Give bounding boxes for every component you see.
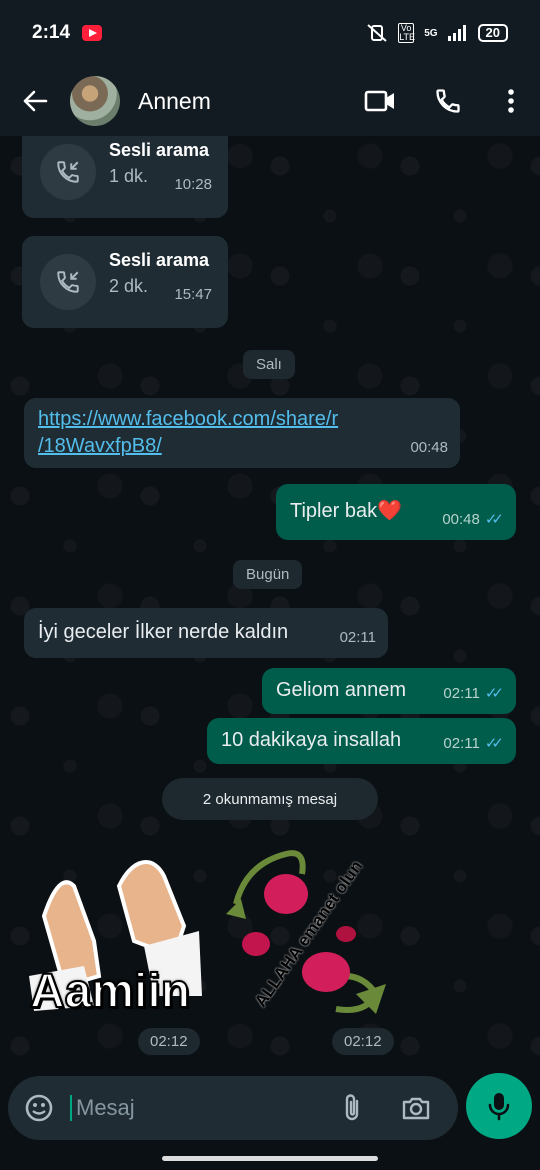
call-duration: 2 dk. <box>109 276 149 296</box>
date-divider: Salı <box>243 350 295 379</box>
sticker-aamiin[interactable]: Aamiin <box>24 846 210 1026</box>
date-divider: Bugün <box>233 560 303 589</box>
message-composer <box>8 1076 458 1140</box>
status-time: 2:14 <box>32 22 71 43</box>
read-ticks-icon: ✓✓ <box>484 685 504 702</box>
incoming-call-icon <box>40 254 96 310</box>
sticker-caption: Aamiin <box>29 964 191 1019</box>
voice-call-button[interactable] <box>414 66 482 136</box>
chat-area[interactable]: Sesli arama 1 dk. 10:28 Sesli arama 2 dk… <box>0 136 540 1076</box>
sticker-smiley-icon <box>25 1094 53 1122</box>
avatar[interactable] <box>70 76 120 126</box>
youtube-notification-icon <box>82 25 103 41</box>
heart-emoji: ❤️ <box>377 500 402 522</box>
call-time: 15:47 <box>174 286 212 303</box>
sticker-roses[interactable]: ALLAHA emanet olun <box>216 844 396 1024</box>
call-title: Sesli arama <box>109 250 210 270</box>
contact-name[interactable]: Annem <box>138 88 211 115</box>
sticker-time: 02:12 <box>138 1028 200 1055</box>
message-text: Geliom annem <box>276 679 407 701</box>
paperclip-icon <box>345 1094 359 1121</box>
message-bubble-incoming[interactable]: İyi geceler İlker nerde kaldın 02:11 <box>24 608 388 658</box>
call-time: 10:28 <box>174 176 212 193</box>
chat-header: Annem <box>0 66 540 136</box>
call-bubble[interactable]: Sesli arama 2 dk. 15:47 <box>22 236 228 328</box>
call-bubble[interactable]: Sesli arama 1 dk. 10:28 <box>22 136 228 218</box>
unread-messages-divider: 2 okunmamış mesaj <box>162 778 378 820</box>
video-call-button[interactable] <box>346 66 414 136</box>
message-text: 10 dakikaya insallah <box>221 729 402 751</box>
call-duration: 1 dk. <box>109 166 149 186</box>
camera-icon <box>402 1097 430 1120</box>
status-bar: 2:14 Vo LTE 5G 20 <box>0 0 540 66</box>
message-link[interactable]: https://www.facebook.com/share/r/18Wavxf… <box>38 406 446 460</box>
message-time: 02:11 <box>339 629 376 646</box>
call-title: Sesli arama <box>109 140 210 160</box>
message-input[interactable] <box>70 1095 320 1121</box>
mute-vibrate-icon <box>367 24 387 42</box>
camera-button[interactable] <box>384 1076 448 1140</box>
emoji-button[interactable] <box>8 1076 70 1140</box>
home-indicator[interactable] <box>162 1156 378 1161</box>
sticker-time: 02:12 <box>332 1028 394 1055</box>
message-text: İyi geceler İlker nerde kaldın <box>38 621 289 643</box>
read-ticks-icon: ✓✓ <box>484 511 504 528</box>
network-label: 5G <box>424 27 438 39</box>
message-bubble-outgoing[interactable]: Geliom annem 02:11 ✓✓ <box>262 668 516 714</box>
message-meta: 02:11 ✓✓ <box>443 730 504 757</box>
message-bubble-link[interactable]: https://www.facebook.com/share/r/18Wavxf… <box>24 398 460 468</box>
back-button[interactable] <box>0 66 70 136</box>
message-bubble-outgoing[interactable]: Tipler bak❤️ 00:48 ✓✓ <box>276 484 516 540</box>
incoming-call-icon <box>40 144 96 200</box>
voice-message-button[interactable] <box>466 1073 532 1139</box>
message-meta: 00:48 ✓✓ <box>442 506 504 533</box>
message-text: Tipler bak <box>290 500 378 522</box>
message-meta: 02:11 ✓✓ <box>443 680 504 707</box>
phone-icon <box>436 89 460 113</box>
video-camera-icon <box>364 90 394 112</box>
header-actions <box>346 66 540 136</box>
more-options-button[interactable] <box>482 66 540 136</box>
message-time: 00:48 <box>410 439 448 456</box>
more-vertical-icon <box>508 89 514 113</box>
attach-button[interactable] <box>320 1076 384 1140</box>
signal-icon <box>447 25 466 41</box>
volte-icon: Vo LTE <box>398 23 416 43</box>
microphone-icon <box>488 1093 510 1121</box>
message-bubble-outgoing[interactable]: 10 dakikaya insallah 02:11 ✓✓ <box>207 718 516 764</box>
battery-icon: 20 <box>477 24 508 42</box>
read-ticks-icon: ✓✓ <box>484 735 504 752</box>
arrow-left-icon <box>23 90 48 112</box>
status-icons: Vo LTE 5G 20 <box>366 23 508 43</box>
